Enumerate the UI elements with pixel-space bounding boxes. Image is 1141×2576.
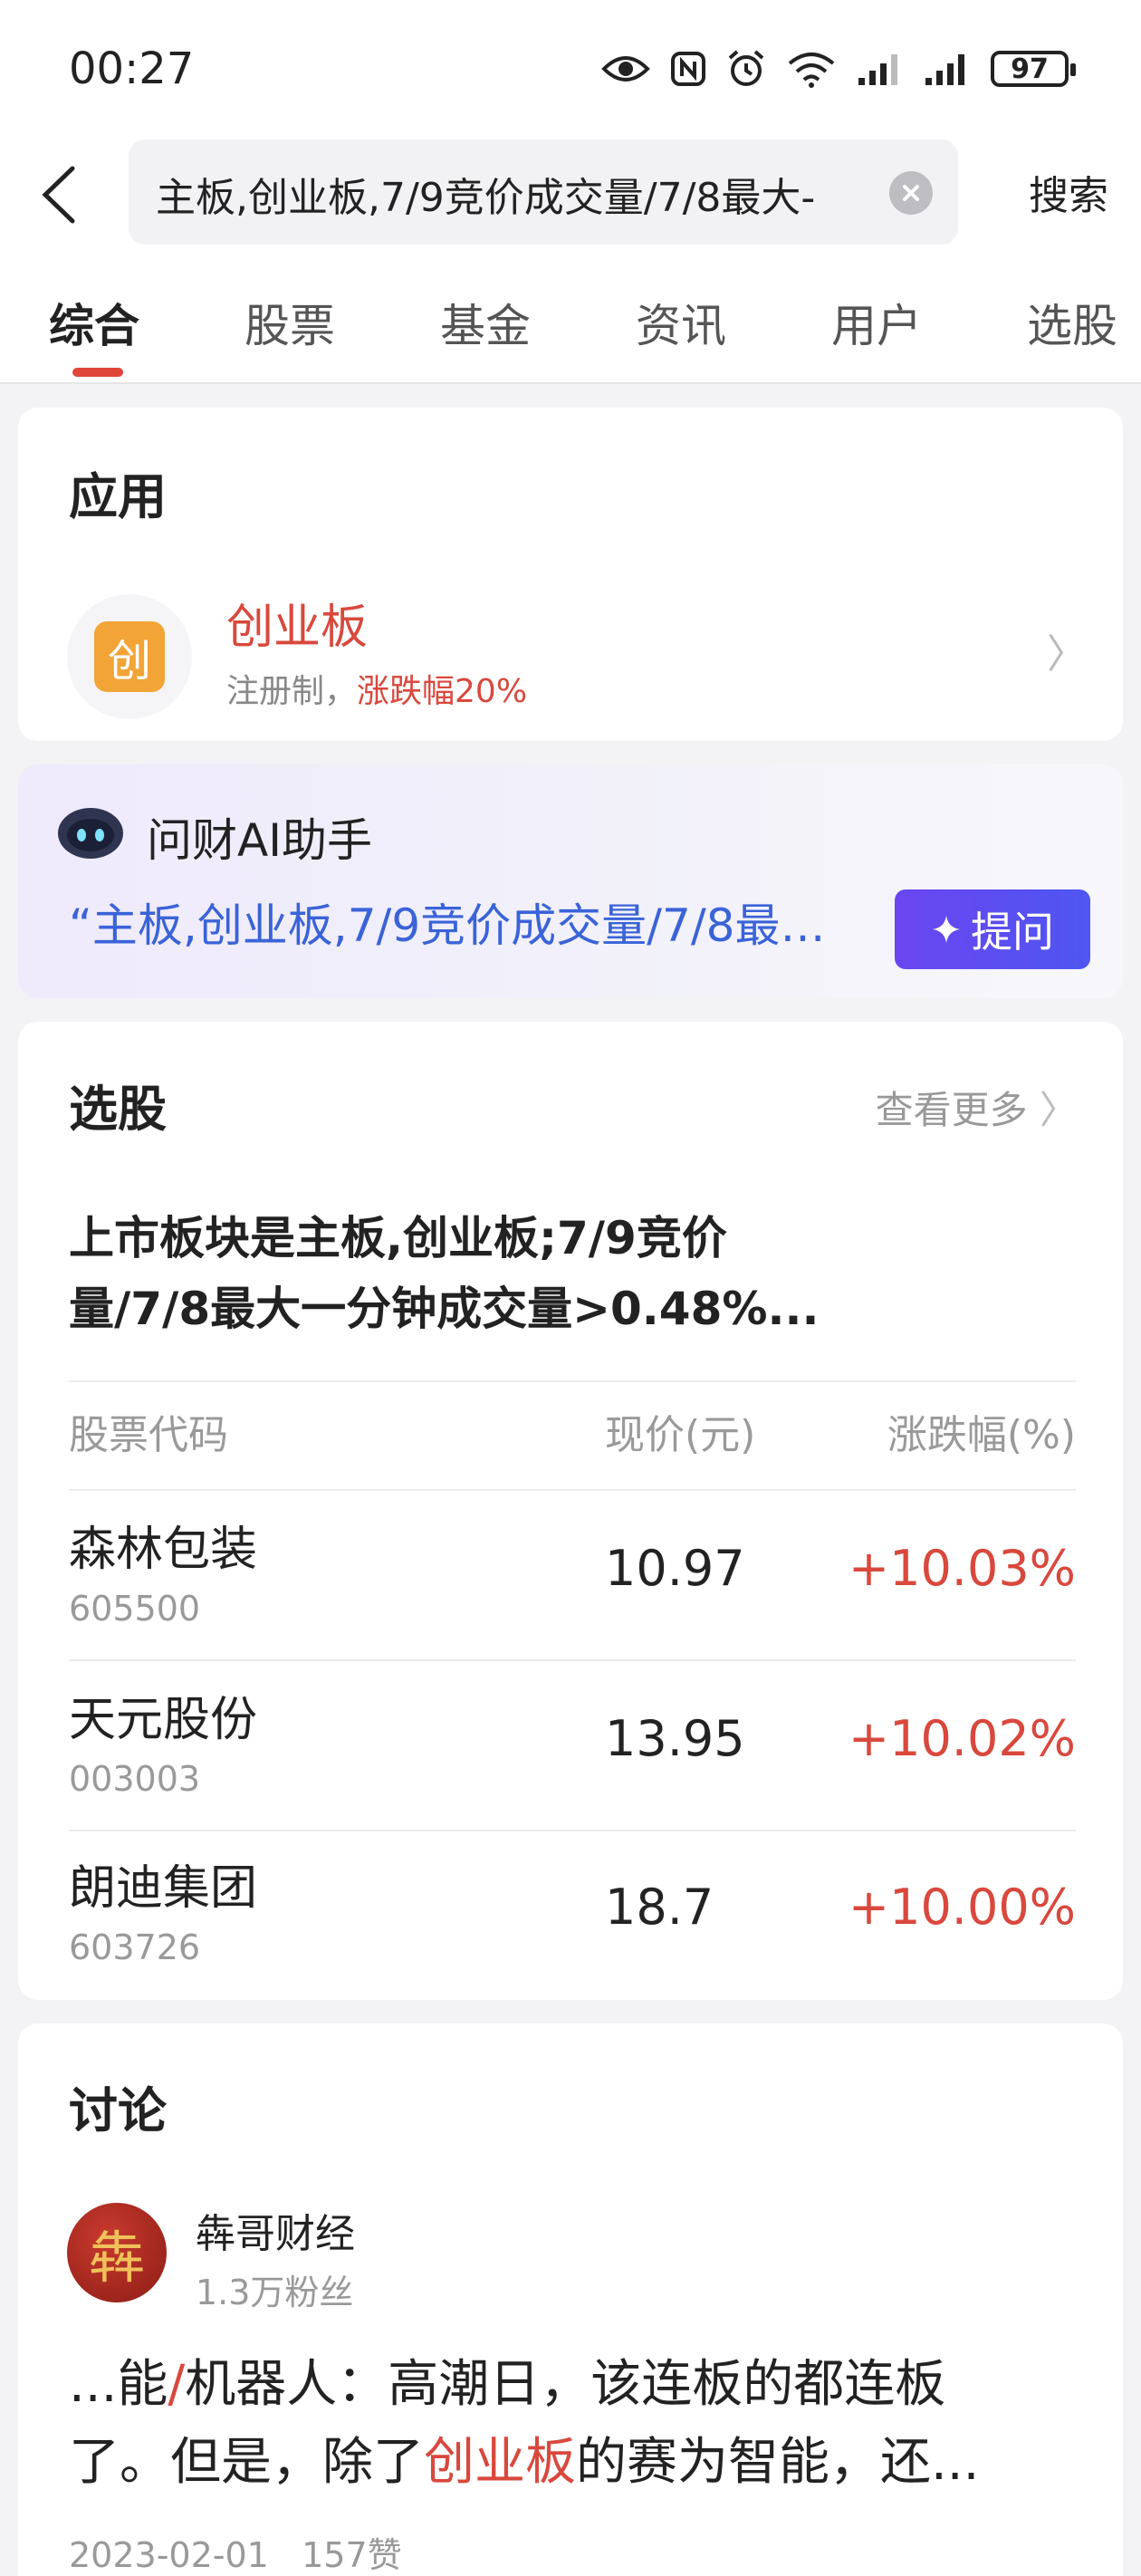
search-query-text[interactable]: 主板,创业板,7/9竞价成交量/7/8最大- <box>156 165 853 223</box>
status-bar: 00:27 97 <box>0 0 1141 136</box>
view-more-link[interactable]: 查看更多 〉 <box>876 1080 1078 1135</box>
stock-code: 003003 <box>69 1759 201 1799</box>
app-desc-highlight: 涨跌幅20% <box>357 673 528 710</box>
stock-criteria[interactable]: 上市板块是主板,创业板;7/9竞价 量/7/8最大一分钟成交量>0.48%... <box>69 1203 1065 1344</box>
chevron-right-icon: 〉 <box>1047 631 1087 678</box>
tab-comprehensive[interactable]: 综合 <box>49 290 139 355</box>
chevron-right-icon: 〉 <box>1039 1088 1078 1132</box>
robot-icon <box>58 808 123 859</box>
post-slash: / <box>168 2355 186 2414</box>
app-card: 应用 创 创业板 注册制，涨跌幅20% 〉 <box>18 408 1123 741</box>
app-desc-prefix: 注册制， <box>226 673 358 710</box>
signal-icon-2 <box>925 54 964 85</box>
tab-stocks[interactable]: 股票 <box>244 290 335 355</box>
active-tab-indicator <box>72 368 123 377</box>
stock-name: 森林包装 <box>69 1523 258 1577</box>
wifi-icon <box>788 53 835 88</box>
app-description: 注册制，涨跌幅20% <box>226 665 527 712</box>
nfc-icon <box>671 52 705 86</box>
header-stock-code: 股票代码 <box>69 1412 228 1458</box>
avatar[interactable]: 犇 <box>67 2203 167 2302</box>
author-name[interactable]: 犇哥财经 <box>196 2201 355 2259</box>
stock-price: 13.95 <box>605 1710 745 1767</box>
post-likes: 157赞 <box>302 2535 402 2575</box>
divider <box>69 1659 1076 1661</box>
app-section-title: 应用 <box>69 468 167 525</box>
header-price: 现价(元) <box>605 1412 756 1458</box>
tab-news[interactable]: 资讯 <box>636 290 726 355</box>
post-line-1: ...能/机器人：高潮日，该连板的都连板 <box>69 2346 1083 2424</box>
stock-change: +10.02% <box>848 1710 1076 1767</box>
post-excerpt[interactable]: ...能/机器人：高潮日，该连板的都连板 了。但是，除了创业板的赛为智能，还..… <box>69 2346 1083 2502</box>
ai-assistant-title: 问财AI助手 <box>147 814 372 867</box>
header-change: 涨跌幅(%) <box>887 1412 1076 1458</box>
stock-change: +10.03% <box>848 1540 1076 1597</box>
ask-button-label: 提问 <box>971 908 1054 956</box>
ask-button[interactable]: 提问 <box>895 889 1090 969</box>
discussion-card: 讨论 犇 犇哥财经 1.3万粉丝 ...能/机器人：高潮日，该连板的都连板 了。… <box>18 2023 1123 2576</box>
tab-stock-picker[interactable]: 选股 <box>1027 290 1117 355</box>
stock-price: 18.7 <box>605 1879 714 1936</box>
discussion-title: 讨论 <box>69 2082 167 2139</box>
status-time: 00:27 <box>69 43 195 94</box>
post-keyword: 创业板 <box>424 2433 576 2492</box>
follower-count: 1.3万粉丝 <box>196 2273 354 2312</box>
stock-code: 603726 <box>69 1927 201 1967</box>
criteria-line-1: 上市板块是主板,创业板;7/9竞价 <box>69 1212 727 1264</box>
category-tabs: 综合 股票 基金 资讯 用户 选股 <box>0 254 1141 384</box>
chinext-app-icon: 创 <box>94 621 165 692</box>
stock-picker-card: 选股 查看更多 〉 上市板块是主板,创业板;7/9竞价 量/7/8最大一分钟成交… <box>18 1022 1123 2000</box>
search-header: 主板,创业板,7/9竞价成交量/7/8最大- 搜索 <box>0 136 1141 254</box>
ai-assistant-card: 问财AI助手 “主板,创业板,7/9竞价成交量/7/8最… 提问 <box>18 764 1123 998</box>
sparkle-icon <box>933 916 960 943</box>
divider <box>69 1380 1076 1382</box>
eye-icon <box>601 56 650 82</box>
battery-icon: 97 <box>991 51 1076 87</box>
post-text: 机器人：高潮日，该连板的都连板 <box>185 2355 946 2414</box>
stock-price: 10.97 <box>605 1540 745 1597</box>
stock-name: 天元股份 <box>69 1693 258 1747</box>
divider <box>69 1489 1076 1491</box>
view-more-label: 查看更多 <box>875 1088 1028 1132</box>
app-icon-wrap: 创 <box>67 594 192 719</box>
signal-icon <box>858 54 897 85</box>
post-meta: 2023-02-01 157赞 <box>69 2527 402 2576</box>
search-button[interactable]: 搜索 <box>1029 163 1108 221</box>
status-icons: 97 <box>601 47 1076 91</box>
back-arrow-icon[interactable] <box>33 163 87 226</box>
post-line-2: 了。但是，除了创业板的赛为智能，还... <box>69 2424 1083 2502</box>
post-date: 2023-02-01 <box>69 2535 269 2575</box>
ai-suggested-query[interactable]: “主板,创业板,7/9竞价成交量/7/8最… <box>69 889 875 955</box>
stock-name: 朗迪集团 <box>69 1861 258 1916</box>
clear-icon[interactable] <box>889 171 933 215</box>
divider <box>69 1830 1076 1831</box>
app-name: 创业板 <box>226 601 369 655</box>
stock-change: +10.00% <box>848 1879 1076 1936</box>
stock-picker-title: 选股 <box>69 1081 167 1138</box>
alarm-icon <box>728 50 764 86</box>
stock-code: 605500 <box>69 1589 201 1629</box>
post-text: 了。但是，除了 <box>69 2433 424 2492</box>
tab-users[interactable]: 用户 <box>831 290 922 355</box>
post-text: ...能 <box>69 2355 168 2414</box>
criteria-line-2: 量/7/8最大一分钟成交量>0.48%... <box>69 1283 820 1335</box>
post-text: 的赛为智能，还... <box>576 2433 980 2492</box>
tab-funds[interactable]: 基金 <box>440 290 531 355</box>
search-input[interactable]: 主板,创业板,7/9竞价成交量/7/8最大- <box>129 139 958 245</box>
